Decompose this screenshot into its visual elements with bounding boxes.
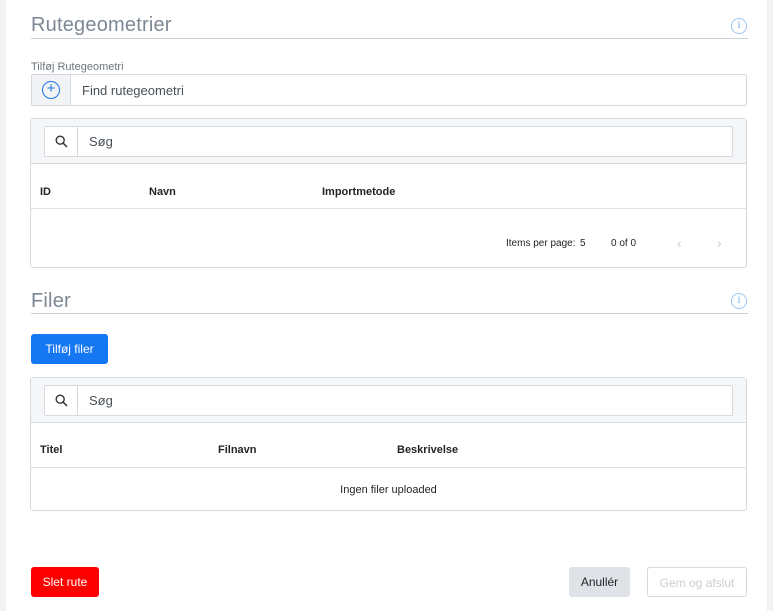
- right-margin: [767, 0, 773, 611]
- column-header-import-method[interactable]: Importmetode: [322, 186, 395, 198]
- add-route-geometry-label: Tilføj Rutegeometri: [31, 61, 124, 73]
- column-header-id[interactable]: ID: [40, 186, 51, 198]
- header-divider: [31, 467, 746, 468]
- cancel-button[interactable]: Anullér: [569, 567, 630, 597]
- search-icon: [45, 127, 78, 156]
- add-files-button[interactable]: Tilføj filer: [31, 334, 108, 364]
- route-geometry-table: Søg ID Navn Importmetode Items per page:…: [30, 118, 747, 268]
- files-section-divider: [31, 313, 748, 314]
- route-search-input[interactable]: Søg: [89, 134, 113, 149]
- route-table-toolbar: Søg: [31, 119, 746, 164]
- info-icon[interactable]: i: [731, 18, 747, 34]
- pagination-range: 0 of 0: [611, 238, 637, 249]
- left-margin: [0, 0, 6, 611]
- chevron-right-icon[interactable]: ›: [717, 235, 722, 251]
- save-and-close-button[interactable]: Gem og afslut: [647, 567, 747, 597]
- files-table-toolbar: Søg: [31, 378, 746, 423]
- items-per-page-label: Items per page:: [506, 238, 576, 249]
- search-icon: [45, 386, 78, 415]
- find-route-geometry-input[interactable]: Find rutegeometri: [82, 83, 184, 98]
- find-route-geometry-field[interactable]: + Find rutegeometri: [31, 74, 747, 106]
- route-search-field[interactable]: Søg: [44, 126, 733, 157]
- add-route-geometry-button[interactable]: +: [32, 75, 71, 105]
- files-search-input[interactable]: Søg: [89, 393, 113, 408]
- routes-section-divider: [31, 38, 748, 39]
- info-icon[interactable]: i: [731, 293, 747, 309]
- files-section-title: Filer: [31, 290, 71, 312]
- column-header-filename[interactable]: Filnavn: [218, 444, 257, 456]
- routes-section-title: Rutegeometrier: [31, 14, 172, 36]
- column-header-description[interactable]: Beskrivelse: [397, 444, 458, 456]
- files-search-field[interactable]: Søg: [44, 385, 733, 416]
- files-table: Søg Titel Filnavn Beskrivelse Ingen file…: [30, 377, 747, 511]
- header-divider: [31, 208, 746, 209]
- chevron-left-icon[interactable]: ‹: [677, 235, 682, 251]
- column-header-name[interactable]: Navn: [149, 186, 176, 198]
- empty-files-message: Ingen filer uploaded: [340, 484, 437, 496]
- items-per-page-select[interactable]: 5: [580, 238, 586, 249]
- column-header-title[interactable]: Titel: [40, 444, 62, 456]
- delete-route-button[interactable]: Slet rute: [31, 567, 99, 597]
- plus-circle-icon: +: [42, 81, 60, 99]
